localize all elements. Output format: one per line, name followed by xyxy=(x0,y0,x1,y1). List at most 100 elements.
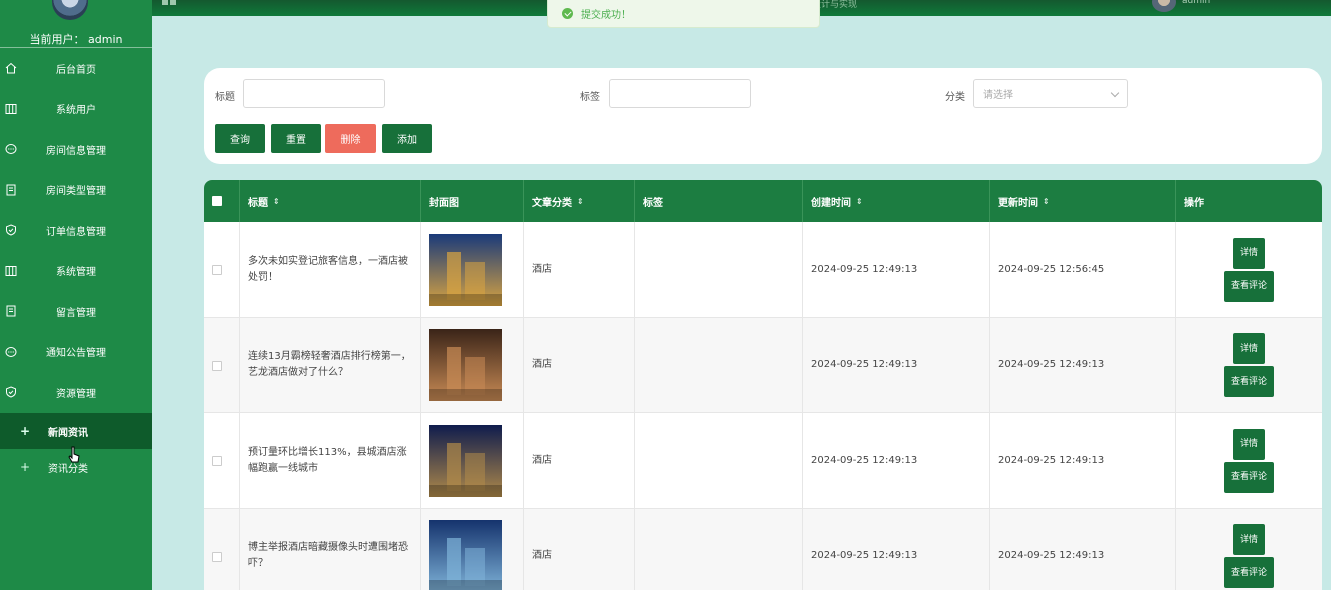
sidebar-item-4[interactable]: 订单信息管理 xyxy=(0,210,152,251)
sort-icon[interactable]: ⇕ xyxy=(856,197,863,206)
chevron-down-icon xyxy=(1110,88,1120,98)
sidebar-item-1[interactable]: 系统用户 xyxy=(0,89,152,130)
reset-button[interactable]: 重置 xyxy=(271,124,321,153)
title-filter-input[interactable] xyxy=(243,79,385,108)
title-cell: 连续13月霸榜轻奢酒店排行榜第一，艺龙酒店做对了什么？ xyxy=(240,317,421,413)
table-row: 预订量环比增长113%，县城酒店涨幅跑赢一线城市 酒店 2024-09-25 12:… xyxy=(204,413,1322,509)
created-cell: 2024-09-25 12:49:13 xyxy=(803,413,990,508)
home-icon xyxy=(5,63,17,74)
title-filter-label: 标题 xyxy=(215,92,235,103)
sidebar: 当前用户： admin 后台首页 系统用户 房间信息管理 房间类型管理 订单信息管理 系统… xyxy=(0,0,152,590)
row-updated-time: 2024-09-25 12:49:13 xyxy=(998,454,1105,466)
top-user-name[interactable]: admin xyxy=(1182,0,1210,6)
column-updated[interactable]: 更新时间 ⇕ xyxy=(990,180,1176,222)
row-created-time: 2024-09-25 12:49:13 xyxy=(811,550,918,561)
plus-icon: + xyxy=(20,460,31,474)
title-cell: 博主举报酒店暗藏摄像头时遭围堵恐吓？ xyxy=(240,508,421,590)
menu-toggle-icon[interactable] xyxy=(162,0,176,6)
actions-cell: 详情 查看评论 xyxy=(1176,509,1322,590)
view-comments-button[interactable]: 查看评论 xyxy=(1224,366,1274,397)
sidebar-item-7[interactable]: 通知公告管理 xyxy=(0,332,152,373)
view-comments-button[interactable]: 查看评论 xyxy=(1224,461,1274,493)
delete-button[interactable]: 删除 xyxy=(325,124,376,153)
user-avatar[interactable] xyxy=(1152,0,1176,12)
sidebar-item-label: 系统用户 xyxy=(56,105,96,117)
column-created[interactable]: 创建时间 ⇕ xyxy=(803,180,990,222)
avatar[interactable] xyxy=(52,0,88,20)
view-comments-button[interactable]: 查看评论 xyxy=(1224,270,1274,302)
category-cell: 酒店 xyxy=(524,508,635,590)
chat-icon xyxy=(5,144,17,155)
table-row: 连续13月霸榜轻奢酒店排行榜第一，艺龙酒店做对了什么？ 酒店 2024-09-25 … xyxy=(204,317,1322,413)
cover-image xyxy=(429,329,502,401)
row-select-cell xyxy=(204,413,240,508)
sidebar-menu: 后台首页系统用户房间信息管理房间类型管理订单信息管理系统管理 留言管理 通知公告管理… xyxy=(0,48,152,413)
created-cell: 2024-09-25 12:49:13 xyxy=(803,317,990,413)
sidebar-item-3[interactable]: 房间类型管理 xyxy=(0,170,152,211)
title-cell: 预订量环比增长113%，县城酒店涨幅跑赢一线城市 xyxy=(240,413,421,508)
row-updated-time: 2024-09-25 12:49:13 xyxy=(998,550,1105,561)
row-updated-time: 2024-09-25 12:56:45 xyxy=(998,263,1105,275)
document-icon xyxy=(6,184,16,196)
tag-filter-label: 标签 xyxy=(580,92,600,103)
row-category: 酒店 xyxy=(532,454,552,466)
row-checkbox[interactable] xyxy=(212,360,222,371)
created-cell: 2024-09-25 12:49:13 xyxy=(803,508,990,590)
tag-filter-input[interactable] xyxy=(609,79,751,108)
success-toast: 提交成功！ xyxy=(547,0,820,28)
sidebar-subitem-0[interactable]: + 新闻资讯 xyxy=(0,413,152,449)
actions-cell: 详情 查看评论 xyxy=(1176,222,1322,317)
updated-cell: 2024-09-25 12:49:13 xyxy=(990,508,1176,590)
cover-cell xyxy=(421,413,524,508)
sidebar-item-0[interactable]: 后台首页 xyxy=(0,48,152,89)
category-cell: 酒店 xyxy=(524,317,635,413)
detail-button[interactable]: 详情 xyxy=(1233,524,1265,555)
row-title: 连续13月霸榜轻奢酒店排行榜第一，艺龙酒店做对了什么？ xyxy=(248,351,411,378)
column-title[interactable]: 标题 ⇕ xyxy=(240,180,421,222)
column-tags-label: 标签 xyxy=(643,197,663,209)
row-checkbox[interactable] xyxy=(212,456,222,466)
chat-icon xyxy=(5,346,17,357)
sidebar-item-5[interactable]: 系统管理 xyxy=(0,251,152,292)
sidebar-item-label: 订单信息管理 xyxy=(46,226,106,238)
row-checkbox[interactable] xyxy=(212,265,222,275)
toast-message: 提交成功！ xyxy=(581,10,631,21)
view-comments-button[interactable]: 查看评论 xyxy=(1224,557,1274,588)
tags-cell xyxy=(635,508,803,590)
select-all-checkbox[interactable] xyxy=(212,196,222,206)
row-category: 酒店 xyxy=(532,550,552,561)
sidebar-item-6[interactable]: 留言管理 xyxy=(0,291,152,332)
select-all-header xyxy=(204,180,240,222)
column-category[interactable]: 文章分类 ⇕ xyxy=(524,180,635,222)
sort-icon[interactable]: ⇕ xyxy=(577,197,584,206)
search-button[interactable]: 查询 xyxy=(215,124,265,153)
add-button[interactable]: 添加 xyxy=(382,124,432,153)
success-check-icon xyxy=(562,8,573,19)
row-checkbox[interactable] xyxy=(212,551,222,562)
sidebar-item-2[interactable]: 房间信息管理 xyxy=(0,129,152,170)
sidebar-item-label: 资源管理 xyxy=(56,388,96,400)
row-category: 酒店 xyxy=(532,359,552,370)
row-title: 预订量环比增长113%，县城酒店涨幅跑赢一线城市 xyxy=(248,446,407,474)
column-tags: 标签 xyxy=(635,180,803,222)
row-category: 酒店 xyxy=(532,263,552,275)
sidebar-item-8[interactable]: 资源管理 xyxy=(0,372,152,413)
tags-cell xyxy=(635,413,803,508)
detail-button[interactable]: 详情 xyxy=(1233,237,1265,269)
category-filter-select[interactable]: 请选择 xyxy=(973,79,1128,108)
category-filter-label: 分类 xyxy=(945,92,965,103)
row-created-time: 2024-09-25 12:49:13 xyxy=(811,454,918,466)
filter-panel: 标题 标签 分类 请选择 查询 重置 删除 添加 xyxy=(204,68,1322,164)
row-select-cell xyxy=(204,317,240,413)
sort-icon[interactable]: ⇕ xyxy=(1043,197,1050,206)
sidebar-item-label: 房间信息管理 xyxy=(46,145,106,157)
tags-cell xyxy=(635,317,803,413)
cover-cell xyxy=(421,222,524,317)
detail-button[interactable]: 详情 xyxy=(1233,333,1265,364)
cover-image xyxy=(429,520,502,590)
row-created-time: 2024-09-25 12:49:13 xyxy=(811,359,918,370)
document-icon xyxy=(6,305,16,317)
sort-icon[interactable]: ⇕ xyxy=(273,197,280,206)
column-cover: 封面图 xyxy=(421,180,524,222)
detail-button[interactable]: 详情 xyxy=(1233,428,1265,460)
